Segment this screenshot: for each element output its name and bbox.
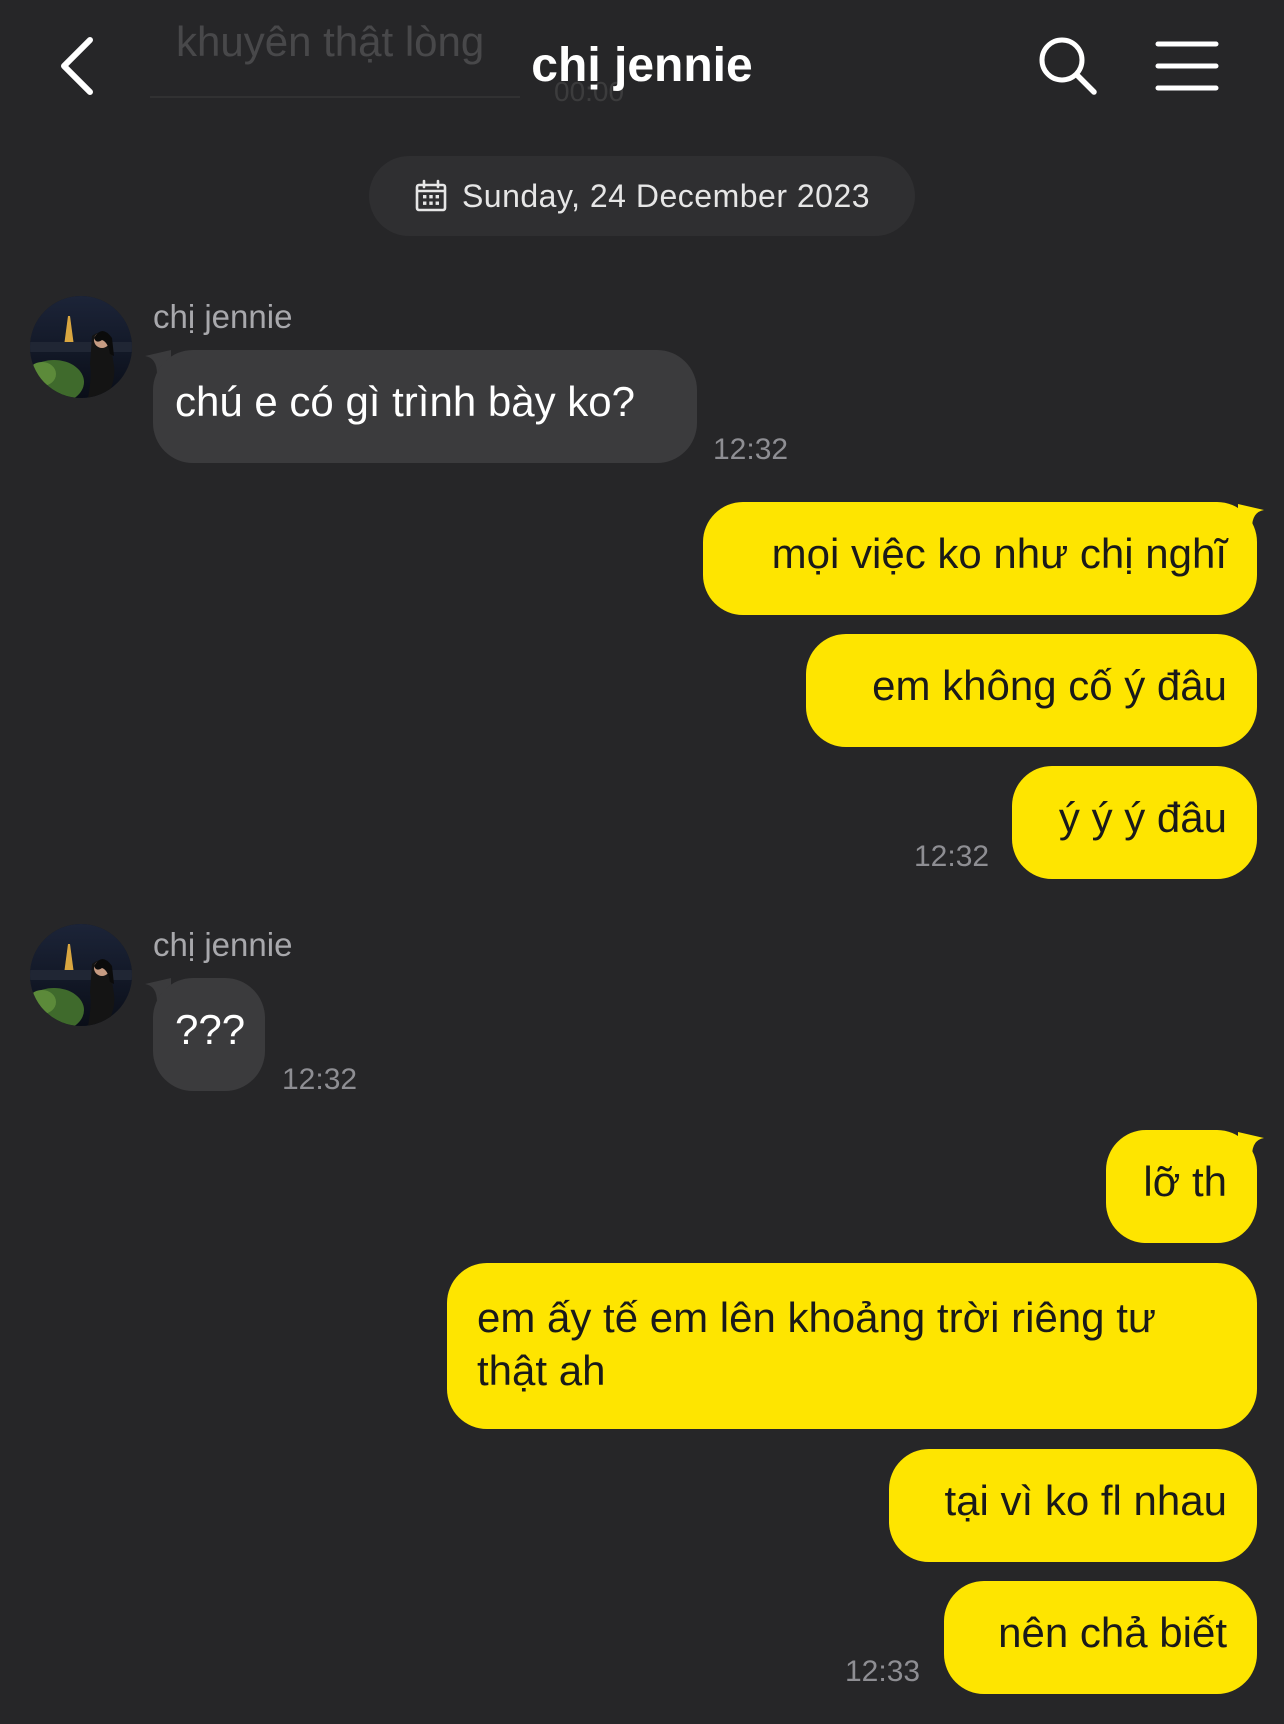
avatar-photo-icon — [30, 296, 132, 398]
avatar[interactable] — [30, 924, 132, 1026]
message-text: ý ý ý đâu — [1058, 794, 1227, 841]
message-bubble[interactable]: nên chả biết — [944, 1581, 1257, 1694]
date-divider: Sunday, 24 December 2023 — [369, 156, 915, 236]
message-bubble[interactable]: em ấy tế em lên khoảng trời riêng tư thậ… — [447, 1263, 1257, 1429]
message-bubble[interactable]: ??? — [153, 978, 265, 1091]
message-time: 12:33 — [845, 1655, 921, 1688]
message-time: 12:32 — [282, 1063, 358, 1096]
search-button[interactable] — [1036, 34, 1100, 98]
message-bubble[interactable]: chú e có gì trình bày ko? — [153, 350, 697, 463]
message-bubble[interactable]: ý ý ý đâu — [1012, 766, 1257, 879]
background-ghost-divider — [150, 96, 520, 98]
message-text: chú e có gì trình bày ko? — [175, 378, 635, 425]
magnifier-icon — [1039, 37, 1097, 95]
chat-header: khuyên thật lòng 00:00 chị jennie — [0, 0, 1284, 130]
message-bubble[interactable]: tại vì ko fl nhau — [889, 1449, 1257, 1562]
hamburger-icon — [1155, 41, 1219, 91]
message-text: nên chả biết — [998, 1609, 1227, 1656]
calendar-icon — [415, 179, 447, 212]
message-text: em không cố ý đâu — [872, 662, 1227, 709]
avatar-photo-icon — [30, 924, 132, 1026]
message-text: tại vì ko fl nhau — [944, 1477, 1228, 1524]
message-text: lỡ th — [1143, 1158, 1227, 1205]
sender-name: chị jennie — [153, 298, 293, 335]
message-text: mọi việc ko như chị nghĩ — [771, 530, 1227, 577]
menu-button[interactable] — [1154, 38, 1220, 94]
avatar[interactable] — [30, 296, 132, 398]
sender-name: chị jennie — [153, 926, 293, 963]
message-time: 12:32 — [713, 433, 789, 466]
message-bubble[interactable]: em không cố ý đâu — [806, 634, 1257, 747]
message-bubble[interactable]: mọi việc ko như chị nghĩ — [703, 502, 1257, 615]
date-label: Sunday, 24 December 2023 — [461, 177, 871, 214]
message-time: 12:32 — [914, 840, 990, 873]
message-text: em ấy tế em lên khoảng trời riêng tư thậ… — [477, 1294, 1156, 1394]
message-bubble[interactable]: lỡ th — [1106, 1130, 1257, 1243]
message-text: ??? — [175, 1006, 246, 1053]
